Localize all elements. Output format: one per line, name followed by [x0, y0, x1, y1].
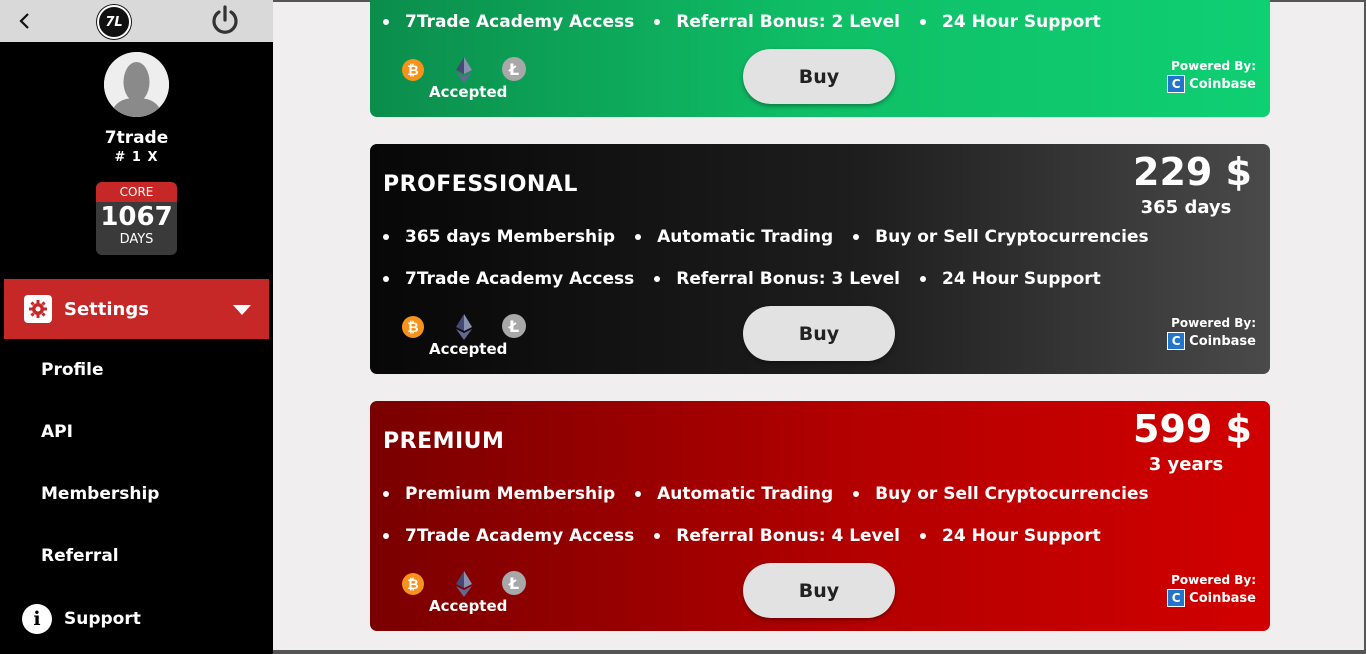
coinbase-brand: C Coinbase [1167, 75, 1256, 93]
feature-row-2: 7Trade Academy Access Referral Bonus: 2 … [383, 12, 1121, 32]
support-label: Support [64, 609, 141, 629]
feature-item: 24 Hour Support [920, 526, 1101, 546]
feature-item: 24 Hour Support [920, 12, 1101, 32]
feature-item: Referral Bonus: 2 Level [654, 12, 900, 32]
bitcoin-icon: ₿ [402, 59, 424, 81]
feature-item: Buy or Sell Cryptocurrencies [853, 484, 1148, 504]
support-link[interactable]: i Support [22, 604, 141, 634]
ethereum-icon [456, 314, 472, 340]
days-badge: CORE 1067 DAYS [96, 182, 177, 255]
buy-button[interactable]: Buy [743, 306, 895, 361]
menu-item-api[interactable]: API [41, 422, 73, 442]
accepted-coins: ₿ Ł Accepted [402, 569, 532, 619]
plan-period: 365 days [1140, 197, 1232, 218]
plan-title: PREMIUM [383, 429, 505, 454]
bottom-border [273, 650, 1366, 654]
powered-by: Powered By: C Coinbase [1167, 316, 1256, 350]
powered-by-label: Powered By: [1171, 573, 1256, 587]
coinbase-brand: C Coinbase [1167, 589, 1256, 607]
coinbase-brand: C Coinbase [1167, 332, 1256, 350]
badge-days-label: DAYS [119, 232, 154, 247]
sidebar: 7L 7trade # 1 X CORE 1067 DAYS Settings … [0, 0, 273, 654]
coinbase-label: Coinbase [1189, 333, 1256, 349]
coinbase-icon: C [1167, 589, 1186, 607]
user-rank: # 1 X [114, 150, 159, 165]
feature-item: 24 Hour Support [920, 269, 1101, 289]
username: 7trade [104, 128, 169, 148]
accepted-label: Accepted [429, 83, 508, 101]
chevron-left-icon[interactable] [14, 9, 36, 33]
feature-item: 365 days Membership [383, 227, 615, 247]
powered-by-label: Powered By: [1171, 316, 1256, 330]
ethereum-icon [456, 571, 472, 597]
accepted-label: Accepted [429, 340, 508, 358]
plan-card-basic: 7Trade Academy Access Referral Bonus: 2 … [370, 0, 1270, 117]
accepted-coins: ₿ Ł Accepted [402, 312, 532, 362]
feature-row-1: Premium Membership Automatic Trading Buy… [383, 484, 1169, 504]
app-logo[interactable]: 7L [97, 5, 131, 39]
avatar[interactable] [104, 52, 169, 117]
feature-item: Automatic Trading [635, 484, 833, 504]
litecoin-icon: Ł [502, 314, 526, 338]
plan-price: 229 $ [1133, 150, 1252, 194]
buy-button[interactable]: Buy [743, 49, 895, 104]
litecoin-icon: Ł [502, 571, 526, 595]
sidebar-topbar: 7L [0, 0, 273, 42]
bitcoin-icon: ₿ [402, 573, 424, 595]
plan-price: 599 $ [1133, 407, 1252, 451]
menu-item-profile[interactable]: Profile [41, 360, 103, 380]
litecoin-icon: Ł [502, 57, 526, 81]
powered-by: Powered By: C Coinbase [1167, 573, 1256, 607]
feature-item: Referral Bonus: 3 Level [654, 269, 900, 289]
chevron-down-icon [233, 305, 251, 315]
gear-icon [24, 295, 52, 323]
feature-item: 7Trade Academy Access [383, 269, 634, 289]
plan-title: PROFESSIONAL [383, 172, 578, 197]
feature-row-1: 365 days Membership Automatic Trading Bu… [383, 227, 1169, 247]
menu-item-membership[interactable]: Membership [41, 484, 159, 504]
powered-by: Powered By: C Coinbase [1167, 59, 1256, 93]
feature-item: Referral Bonus: 4 Level [654, 526, 900, 546]
coinbase-label: Coinbase [1189, 590, 1256, 606]
feature-item: Buy or Sell Cryptocurrencies [853, 227, 1148, 247]
user-silhouette-icon [104, 52, 169, 117]
badge-core-label: CORE [96, 182, 177, 202]
powered-by-label: Powered By: [1171, 59, 1256, 73]
bitcoin-icon: ₿ [402, 316, 424, 338]
coinbase-label: Coinbase [1189, 76, 1256, 92]
feature-item: Premium Membership [383, 484, 615, 504]
info-icon: i [22, 604, 52, 634]
menu-item-referral[interactable]: Referral [41, 546, 119, 566]
power-icon[interactable] [209, 4, 241, 38]
accepted-label: Accepted [429, 597, 508, 615]
ethereum-icon [456, 57, 472, 83]
feature-row-2: 7Trade Academy Access Referral Bonus: 4 … [383, 526, 1121, 546]
badge-days-count: 1067 [100, 202, 173, 232]
accepted-coins: ₿ Ł Accepted [402, 55, 532, 105]
buy-button[interactable]: Buy [743, 563, 895, 618]
feature-item: 7Trade Academy Access [383, 12, 634, 32]
plan-period: 3 years [1148, 454, 1224, 475]
feature-row-2: 7Trade Academy Access Referral Bonus: 3 … [383, 269, 1121, 289]
plan-card-premium: PREMIUM 599 $ 3 years Premium Membership… [370, 401, 1270, 631]
settings-button[interactable]: Settings [4, 279, 269, 339]
coinbase-icon: C [1167, 332, 1186, 350]
feature-item: Automatic Trading [635, 227, 833, 247]
settings-label: Settings [64, 298, 149, 320]
feature-item: 7Trade Academy Access [383, 526, 634, 546]
plan-card-professional: PROFESSIONAL 229 $ 365 days 365 days Mem… [370, 144, 1270, 374]
coinbase-icon: C [1167, 75, 1186, 93]
